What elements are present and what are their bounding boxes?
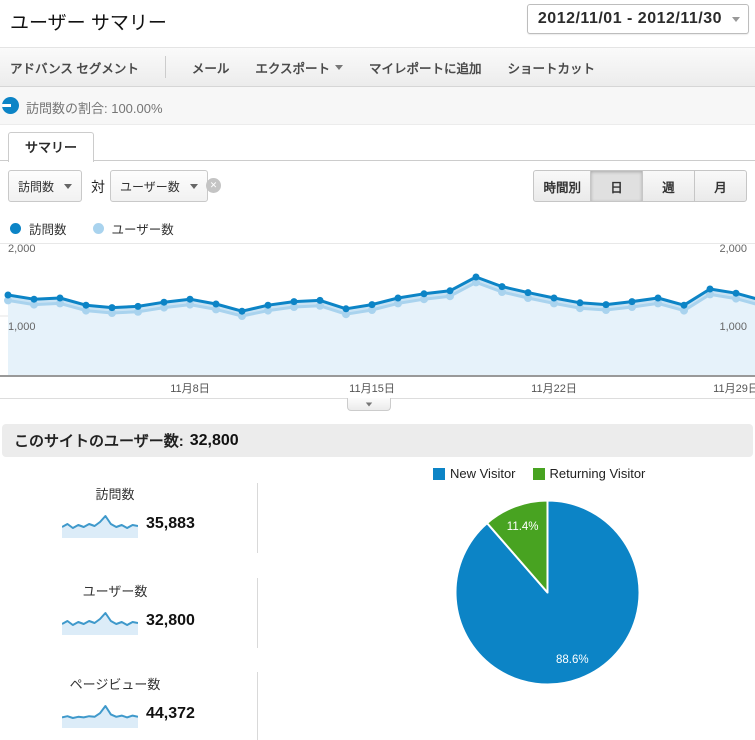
svg-text:11月15日: 11月15日 — [349, 383, 395, 395]
timeline-chart[interactable]: 1,000 1,000 2,000 2,000 11月8日 11月15日 11月22日 11月… — [0, 243, 755, 397]
analytics-visitors-overview: ユーザー サマリー 2012/11/01 - 2012/11/30 アドバンス … — [0, 0, 755, 740]
remove-compare-icon[interactable]: ✕ — [206, 178, 221, 193]
toolbar-item-export[interactable]: エクスポート — [255, 58, 344, 77]
tab-summary[interactable]: サマリー — [8, 132, 95, 162]
site-users-summary-bar: このサイトのユーザー数: 32,800 — [2, 424, 753, 457]
svg-text:88.6%: 88.6% — [556, 654, 589, 666]
collapse-caret-icon — [365, 402, 373, 406]
date-range-text: 2012/11/01 - 2012/11/30 — [537, 10, 722, 27]
svg-text:2,000: 2,000 — [719, 244, 747, 255]
new-visitor-square-icon — [433, 467, 445, 480]
chevron-down-icon — [64, 183, 73, 189]
svg-text:11.4%: 11.4% — [507, 521, 539, 533]
metric-label-pageviews: ページビュー数 — [69, 677, 161, 692]
visits-sparkline — [62, 515, 138, 538]
granularity-week-button[interactable]: 週 — [642, 171, 694, 201]
legend-returning-visitor: Returning Visitor — [532, 466, 645, 481]
legend-new-visitor: New Visitor — [433, 466, 516, 481]
granularity-month-button[interactable]: 月 — [694, 171, 746, 201]
site-users-value: 32,800 — [189, 431, 239, 449]
svg-text:1,000: 1,000 — [8, 321, 36, 333]
granularity-button-group: 時間別 日 週 月 — [533, 170, 747, 202]
metric-divider — [257, 672, 258, 740]
primary-metric-select[interactable]: 訪問数 — [8, 170, 83, 202]
svg-text:1,000: 1,000 — [719, 321, 747, 333]
metric-label-visits: 訪問数 — [95, 487, 135, 502]
visitor-type-pie-chart[interactable]: 88.6% 11.4% — [440, 485, 655, 700]
metric-value-visits: 35,883 — [146, 515, 195, 532]
metric-divider — [257, 578, 258, 648]
compare-metric-select[interactable]: ユーザー数 — [110, 170, 208, 202]
page-title: ユーザー サマリー — [10, 13, 167, 34]
segment-strip: 訪問数の割合: 100.00% — [0, 87, 755, 125]
granularity-hourly-button[interactable]: 時間別 — [534, 171, 590, 201]
toolbar-divider — [164, 56, 166, 78]
svg-text:2,000: 2,000 — [8, 244, 36, 255]
pie-legend: New Visitor Returning Visitor — [433, 466, 645, 481]
legend-visits: 訪問数 — [10, 219, 67, 238]
users-dot-icon — [92, 223, 104, 234]
legend-users: ユーザー数 — [92, 219, 174, 238]
metric-value-users: 32,800 — [146, 612, 195, 629]
svg-text:11月22日: 11月22日 — [531, 383, 577, 395]
returning-visitor-square-icon — [532, 467, 545, 480]
chevron-down-icon — [335, 64, 344, 70]
toolbar-item-add-to-dashboard[interactable]: マイレポートに追加 — [369, 58, 482, 77]
granularity-day-button[interactable]: 日 — [590, 171, 642, 201]
metric-label-users: ユーザー数 — [82, 584, 148, 599]
report-toolbar: アドバンス セグメント メール エクスポート マイレポートに追加 ショートカット — [0, 47, 755, 87]
metric-value-pageviews: 44,372 — [146, 705, 195, 722]
toolbar-item-shortcut[interactable]: ショートカット — [508, 58, 596, 77]
pageviews-sparkline — [62, 705, 138, 728]
collapse-chart-button[interactable] — [347, 398, 391, 411]
chevron-down-icon — [189, 183, 198, 189]
chevron-down-icon — [732, 17, 740, 22]
segment-share-label: 訪問数の割合: 100.00% — [26, 101, 163, 116]
visits-dot-icon — [10, 223, 21, 234]
segment-pie-icon — [2, 97, 19, 114]
site-users-label: このサイトのユーザー数: — [14, 433, 184, 450]
vs-label: 対 — [91, 179, 105, 195]
svg-text:11月8日: 11月8日 — [170, 383, 210, 395]
svg-text:11月29日: 11月29日 — [713, 383, 755, 395]
timeline-legend: 訪問数 ユーザー数 — [10, 219, 174, 238]
toolbar-item-advanced-segments[interactable]: アドバンス セグメント — [10, 58, 139, 77]
tab-bottom-border — [0, 160, 755, 161]
metric-divider — [257, 483, 258, 553]
timeline-svg[interactable]: 1,000 1,000 2,000 2,000 11月8日 11月15日 11月22日 11月… — [0, 244, 755, 397]
date-range-selector[interactable]: 2012/11/01 - 2012/11/30 — [526, 4, 749, 34]
users-sparkline — [62, 612, 138, 635]
toolbar-item-email[interactable]: メール — [192, 58, 230, 77]
